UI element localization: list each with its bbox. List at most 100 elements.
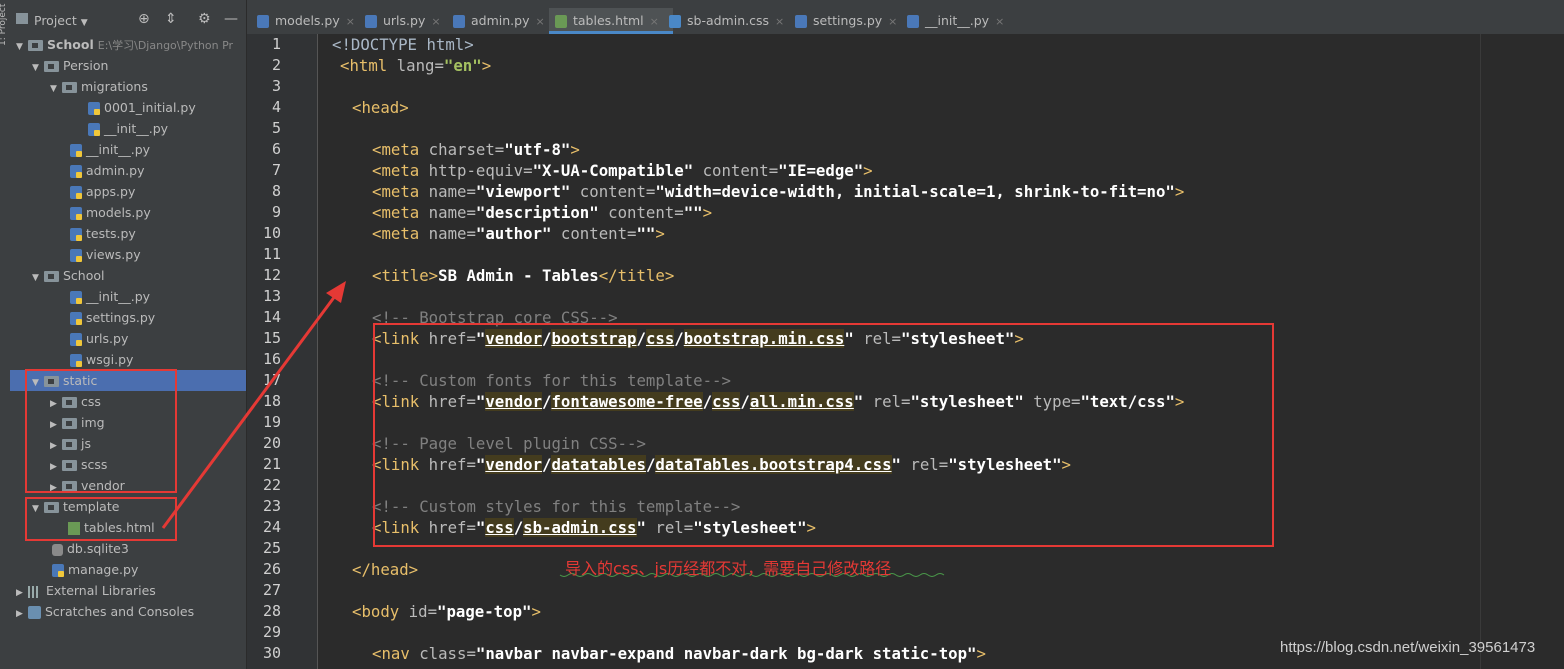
close-icon[interactable]: × (535, 15, 544, 28)
chevron-right-icon[interactable]: ▶ (16, 604, 28, 625)
chevron-down-icon[interactable]: ▼ (50, 79, 62, 100)
tree-node-external-libraries[interactable]: ▶ External Libraries (16, 580, 156, 601)
close-icon[interactable]: × (346, 15, 355, 28)
tag-name: <title (372, 266, 429, 285)
chevron-down-icon[interactable]: ▼ (16, 37, 28, 58)
tree-node-file[interactable]: settings.py (70, 307, 155, 328)
tab-urls-py[interactable]: urls.py × (359, 8, 441, 34)
code-line: <nav class="navbar navbar-expand navbar-… (372, 643, 986, 664)
python-file-icon (88, 102, 100, 115)
tree-node-file[interactable]: wsgi.py (70, 349, 133, 370)
python-file-icon (365, 15, 377, 28)
attr-value: "viewport" (475, 182, 571, 201)
tree-node-label: tests.py (86, 226, 136, 241)
tree-node-folder[interactable]: ▼ School (32, 265, 105, 286)
tag-bracket: > (1174, 182, 1185, 201)
code-line: <html lang="en"> (340, 55, 491, 76)
tree-node-file[interactable]: tests.py (70, 223, 136, 244)
tree-node-file[interactable]: __init__.py (70, 139, 150, 160)
line-number: 19 (262, 413, 281, 431)
attr-name: content= (551, 224, 637, 243)
close-icon[interactable]: × (995, 15, 1004, 28)
attr-value: "width=device-width, initial-scale=1, sh… (655, 182, 1175, 201)
attr-name: name= (419, 203, 476, 222)
close-icon[interactable]: × (650, 15, 659, 28)
right-margin-guide (1480, 34, 1481, 669)
tag-bracket: > (664, 266, 675, 285)
tab-label: __init__.py (925, 13, 990, 28)
attr-name: http-equiv= (419, 161, 533, 180)
tree-node-label: 0001_initial.py (104, 100, 196, 115)
tab-models-py[interactable]: models.py × (251, 8, 355, 34)
tree-node-folder[interactable]: ▼ migrations (50, 76, 148, 97)
tree-node-scratches[interactable]: ▶ Scratches and Consoles (16, 601, 194, 622)
project-path-hint: E:\学习\Django\Python Pr (97, 39, 234, 52)
attr-name: charset= (419, 140, 505, 159)
tag-name: <body (352, 602, 400, 621)
tab-label: admin.py (471, 13, 530, 28)
tree-node-file[interactable]: models.py (70, 202, 151, 223)
folder-icon (44, 61, 59, 72)
tree-node-file[interactable]: __init__.py (70, 286, 150, 307)
tag-bracket: > (702, 203, 713, 222)
line-number: 17 (262, 371, 281, 389)
project-view-title[interactable]: Project ▼ (34, 13, 88, 28)
folder-icon (62, 82, 77, 93)
folder-icon (44, 271, 59, 282)
tag-name: <html (340, 56, 388, 75)
line-number: 16 (262, 350, 281, 368)
annotation-box-links (373, 323, 1274, 547)
tab-admin-py[interactable]: admin.py × (447, 8, 545, 34)
line-number: 24 (262, 518, 281, 536)
close-icon[interactable]: × (888, 15, 897, 28)
tab-init-py[interactable]: __init__.py × (901, 8, 1004, 34)
tab-label: tables.html (573, 13, 644, 28)
line-number: 15 (262, 329, 281, 347)
tree-node-label: Scratches and Consoles (45, 604, 195, 619)
tree-node-folder[interactable]: ▼ Persion (32, 55, 108, 76)
line-number: 2 (271, 56, 281, 74)
close-icon[interactable]: × (775, 15, 784, 28)
tree-node-label: views.py (86, 247, 141, 262)
tree-node-file[interactable]: db.sqlite3 (52, 538, 129, 559)
tab-settings-py[interactable]: settings.py × (789, 8, 897, 34)
python-file-icon (70, 312, 82, 325)
python-file-icon (70, 354, 82, 367)
collapse-icon[interactable]: ⇕ (165, 11, 177, 27)
code-line: <head> (352, 97, 409, 118)
chevron-down-icon[interactable]: ▼ (32, 268, 44, 289)
tree-node-file[interactable]: admin.py (70, 160, 144, 181)
tab-label: sb-admin.css (687, 13, 769, 28)
tree-node-project-root[interactable]: ▼ School E:\学习\Django\Python Pr (16, 34, 233, 55)
close-icon[interactable]: × (431, 15, 440, 28)
attr-value: "description" (475, 203, 599, 222)
chevron-down-icon[interactable]: ▼ (32, 58, 44, 79)
crosshair-icon[interactable]: ⊕ (138, 11, 150, 27)
editor-tab-bar: models.py × urls.py × admin.py × tables.htm… (247, 0, 1564, 35)
line-number: 27 (262, 581, 281, 599)
python-file-icon (70, 333, 82, 346)
tree-node-label: __init__.py (86, 142, 151, 157)
line-number: 14 (262, 308, 281, 326)
tree-node-file[interactable]: apps.py (70, 181, 135, 202)
annotation-box-static (25, 369, 177, 493)
minus-icon[interactable]: — (224, 11, 238, 27)
tab-sb-admin-css[interactable]: sb-admin.css × (663, 8, 784, 34)
code-line: <meta name="author" content=""> (372, 223, 665, 244)
tab-tables-html[interactable]: tables.html × (549, 8, 673, 34)
tree-node-file[interactable]: views.py (70, 244, 141, 265)
tree-node-file[interactable]: manage.py (52, 559, 138, 580)
attr-value: "" (683, 203, 703, 222)
code-line: <!DOCTYPE html> (332, 34, 474, 55)
tag-bracket: > (976, 644, 986, 663)
tree-node-file[interactable]: urls.py (70, 328, 128, 349)
attr-name: name= (419, 182, 476, 201)
tag-name: <meta (372, 182, 420, 201)
tree-node-file[interactable]: 0001_initial.py (88, 97, 196, 118)
python-file-icon (70, 228, 82, 241)
attr-name: name= (419, 224, 476, 243)
watermark: https://blog.csdn.net/weixin_39561473 (1280, 639, 1536, 656)
tree-node-file[interactable]: __init__.py (88, 118, 168, 139)
tag-bracket: > (531, 602, 541, 621)
gear-icon[interactable]: ⚙ (198, 11, 211, 27)
